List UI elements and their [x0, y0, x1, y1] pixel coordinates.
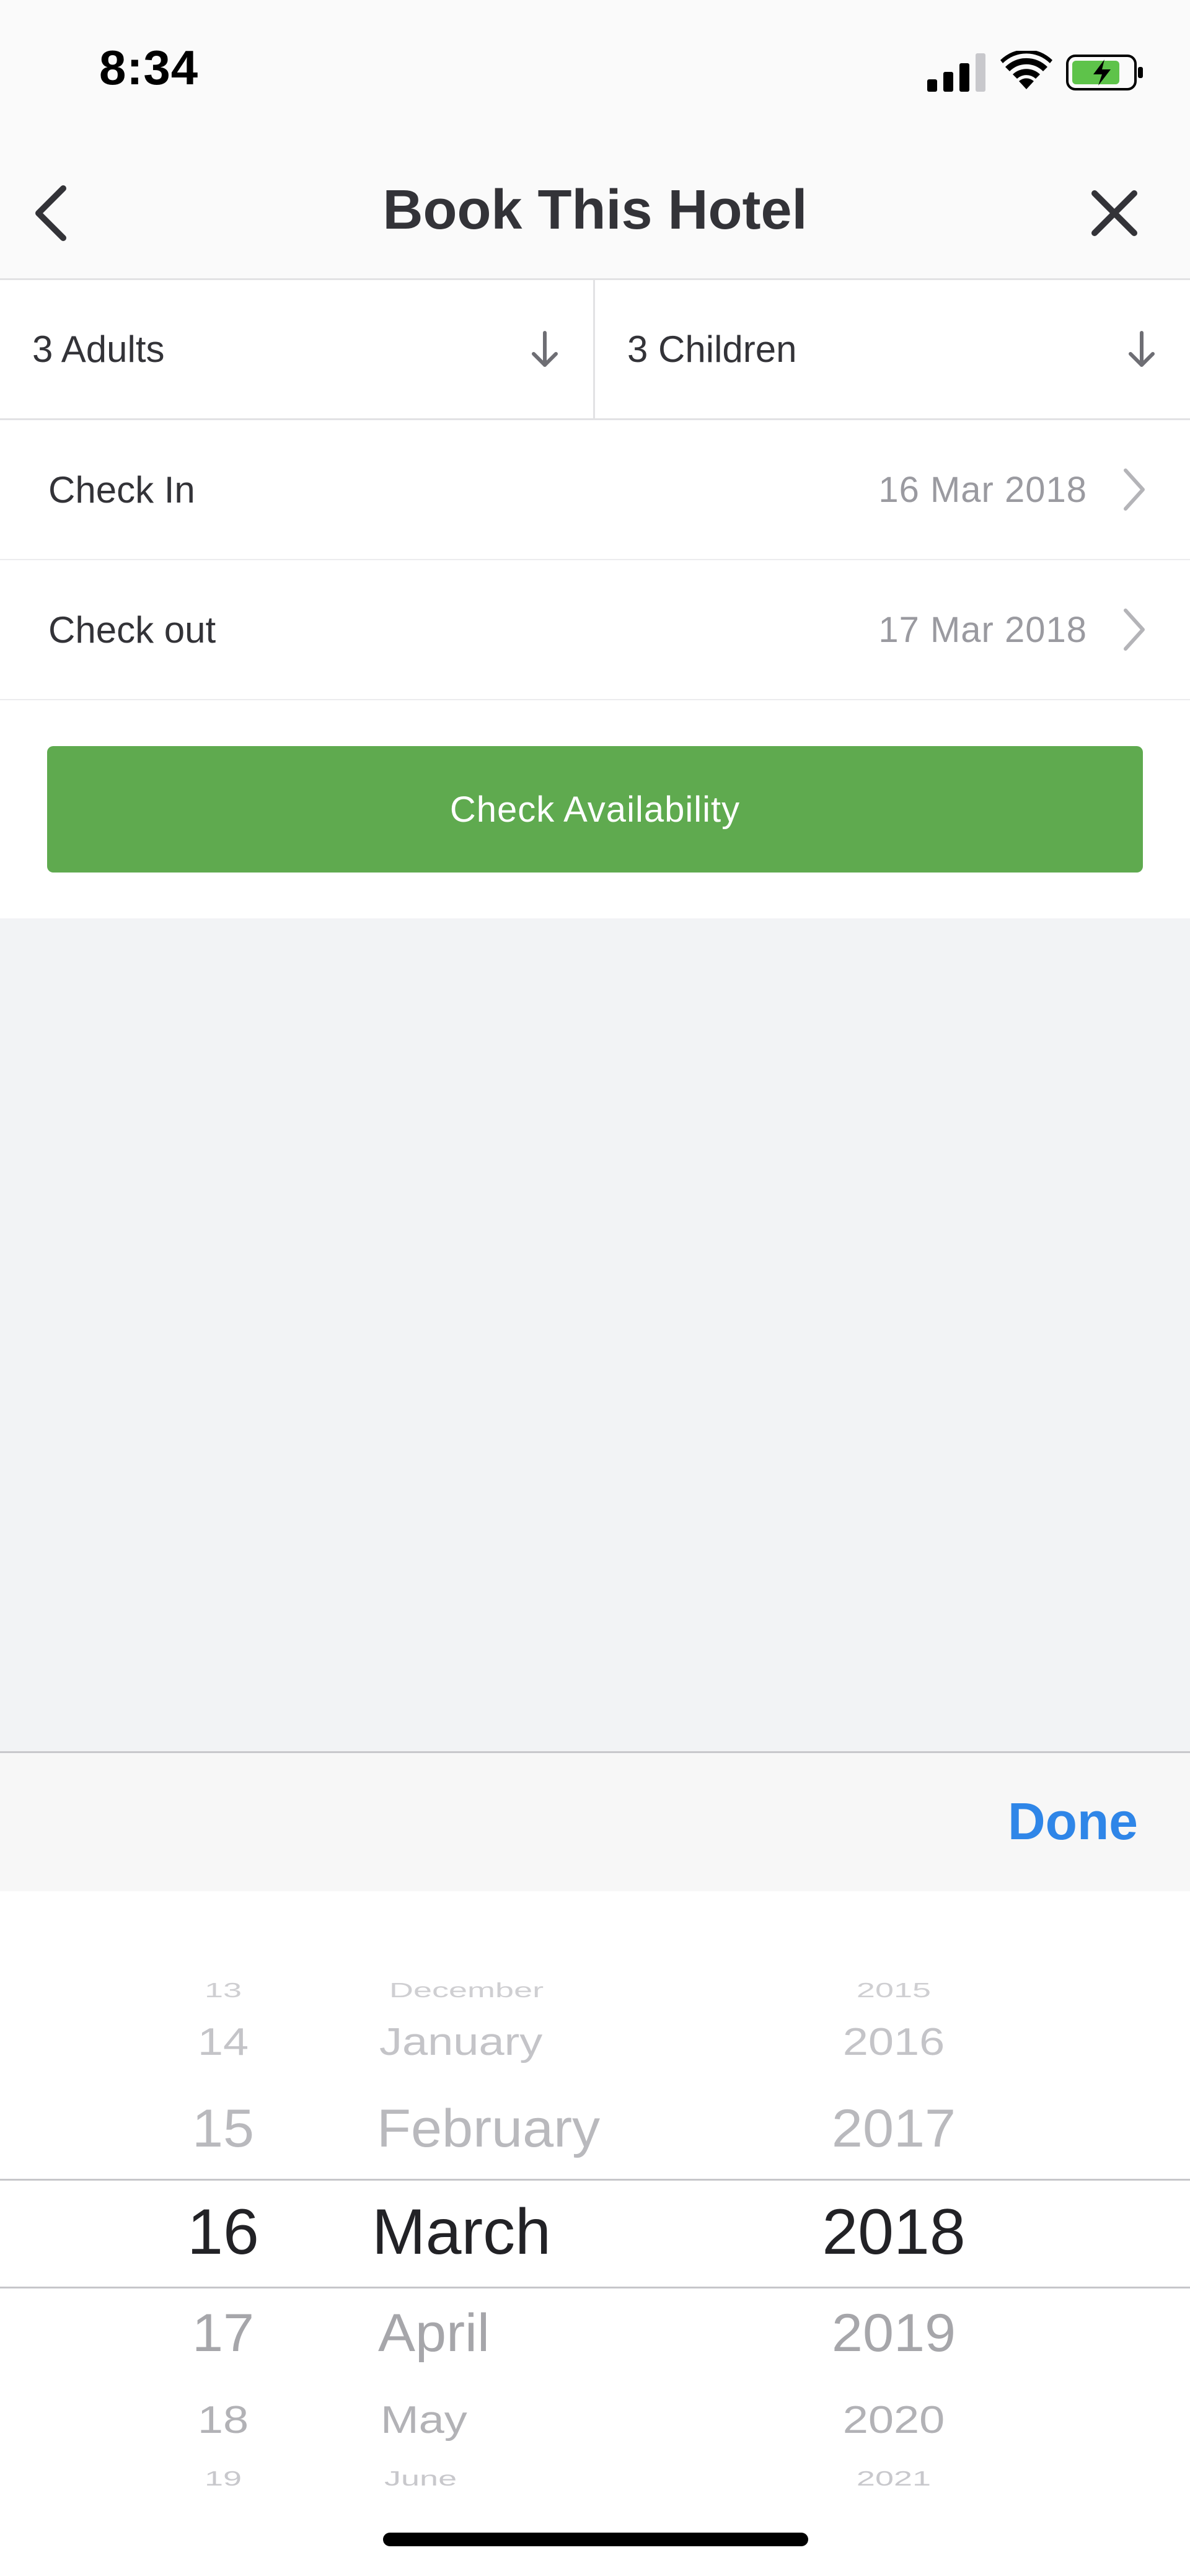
- check-availability-button[interactable]: Check Availability: [47, 746, 1143, 873]
- picker-day-item[interactable]: 18: [37, 2400, 409, 2439]
- picker-day-item[interactable]: 19: [37, 2468, 409, 2489]
- arrow-down-icon: [532, 330, 558, 367]
- check-out-value: 17 Mar 2018: [878, 609, 1087, 650]
- chevron-right-icon: [1124, 609, 1145, 651]
- adults-label: 3 Adults: [32, 328, 165, 370]
- picker-day-item[interactable]: 14: [37, 2022, 409, 2061]
- children-label: 3 Children: [627, 328, 797, 370]
- nav-bar: Book This Hotel: [0, 146, 1190, 280]
- status-time: 8:34: [99, 40, 199, 95]
- check-in-row[interactable]: Check In 16 Mar 2018: [0, 420, 1190, 560]
- arrow-down-icon: [1129, 330, 1155, 367]
- adults-dropdown[interactable]: 3 Adults: [0, 280, 595, 418]
- guests-row: 3 Adults 3 Children: [0, 280, 1190, 420]
- picker-year-item[interactable]: 2019: [708, 2306, 1080, 2360]
- home-indicator: [383, 2533, 808, 2546]
- chevron-right-icon: [1124, 468, 1145, 511]
- picker-selection-top-line: [0, 2179, 1190, 2181]
- check-out-label: Check out: [48, 609, 216, 651]
- picker-day-item[interactable]: 17: [37, 2306, 409, 2360]
- picker-year-item[interactable]: 2020: [708, 2400, 1080, 2439]
- check-in-value: 16 Mar 2018: [878, 469, 1087, 510]
- close-icon[interactable]: [1078, 177, 1150, 249]
- battery-charging-icon: [1066, 55, 1143, 90]
- wifi-icon: [1000, 51, 1052, 89]
- done-button[interactable]: Done: [1008, 1791, 1138, 1852]
- date-picker[interactable]: 13 14 15 16 17 18 19 December January February Mar…: [0, 1891, 1190, 2576]
- picker-year-item[interactable]: 2018: [708, 2200, 1080, 2264]
- picker-year-item[interactable]: 2017: [708, 2102, 1080, 2155]
- picker-day-item[interactable]: 16: [37, 2200, 409, 2264]
- check-in-label: Check In: [48, 468, 195, 511]
- status-bar: 8:34: [0, 0, 1190, 146]
- picker-year-item[interactable]: 2015: [708, 1980, 1080, 2000]
- button-area: Check Availability: [0, 700, 1190, 918]
- children-dropdown[interactable]: 3 Children: [595, 280, 1190, 418]
- empty-content-area: [0, 918, 1190, 1751]
- picker-day-item[interactable]: 15: [37, 2102, 409, 2155]
- picker-toolbar: Done: [0, 1751, 1190, 1891]
- picker-year-item[interactable]: 2021: [708, 2468, 1080, 2489]
- check-out-row[interactable]: Check out 17 Mar 2018: [0, 560, 1190, 700]
- picker-selection-bottom-line: [0, 2287, 1190, 2288]
- signal-icon: [927, 53, 985, 92]
- picker-day-item[interactable]: 13: [37, 1980, 409, 2000]
- picker-year-item[interactable]: 2016: [708, 2022, 1080, 2061]
- page-title: Book This Hotel: [382, 179, 808, 241]
